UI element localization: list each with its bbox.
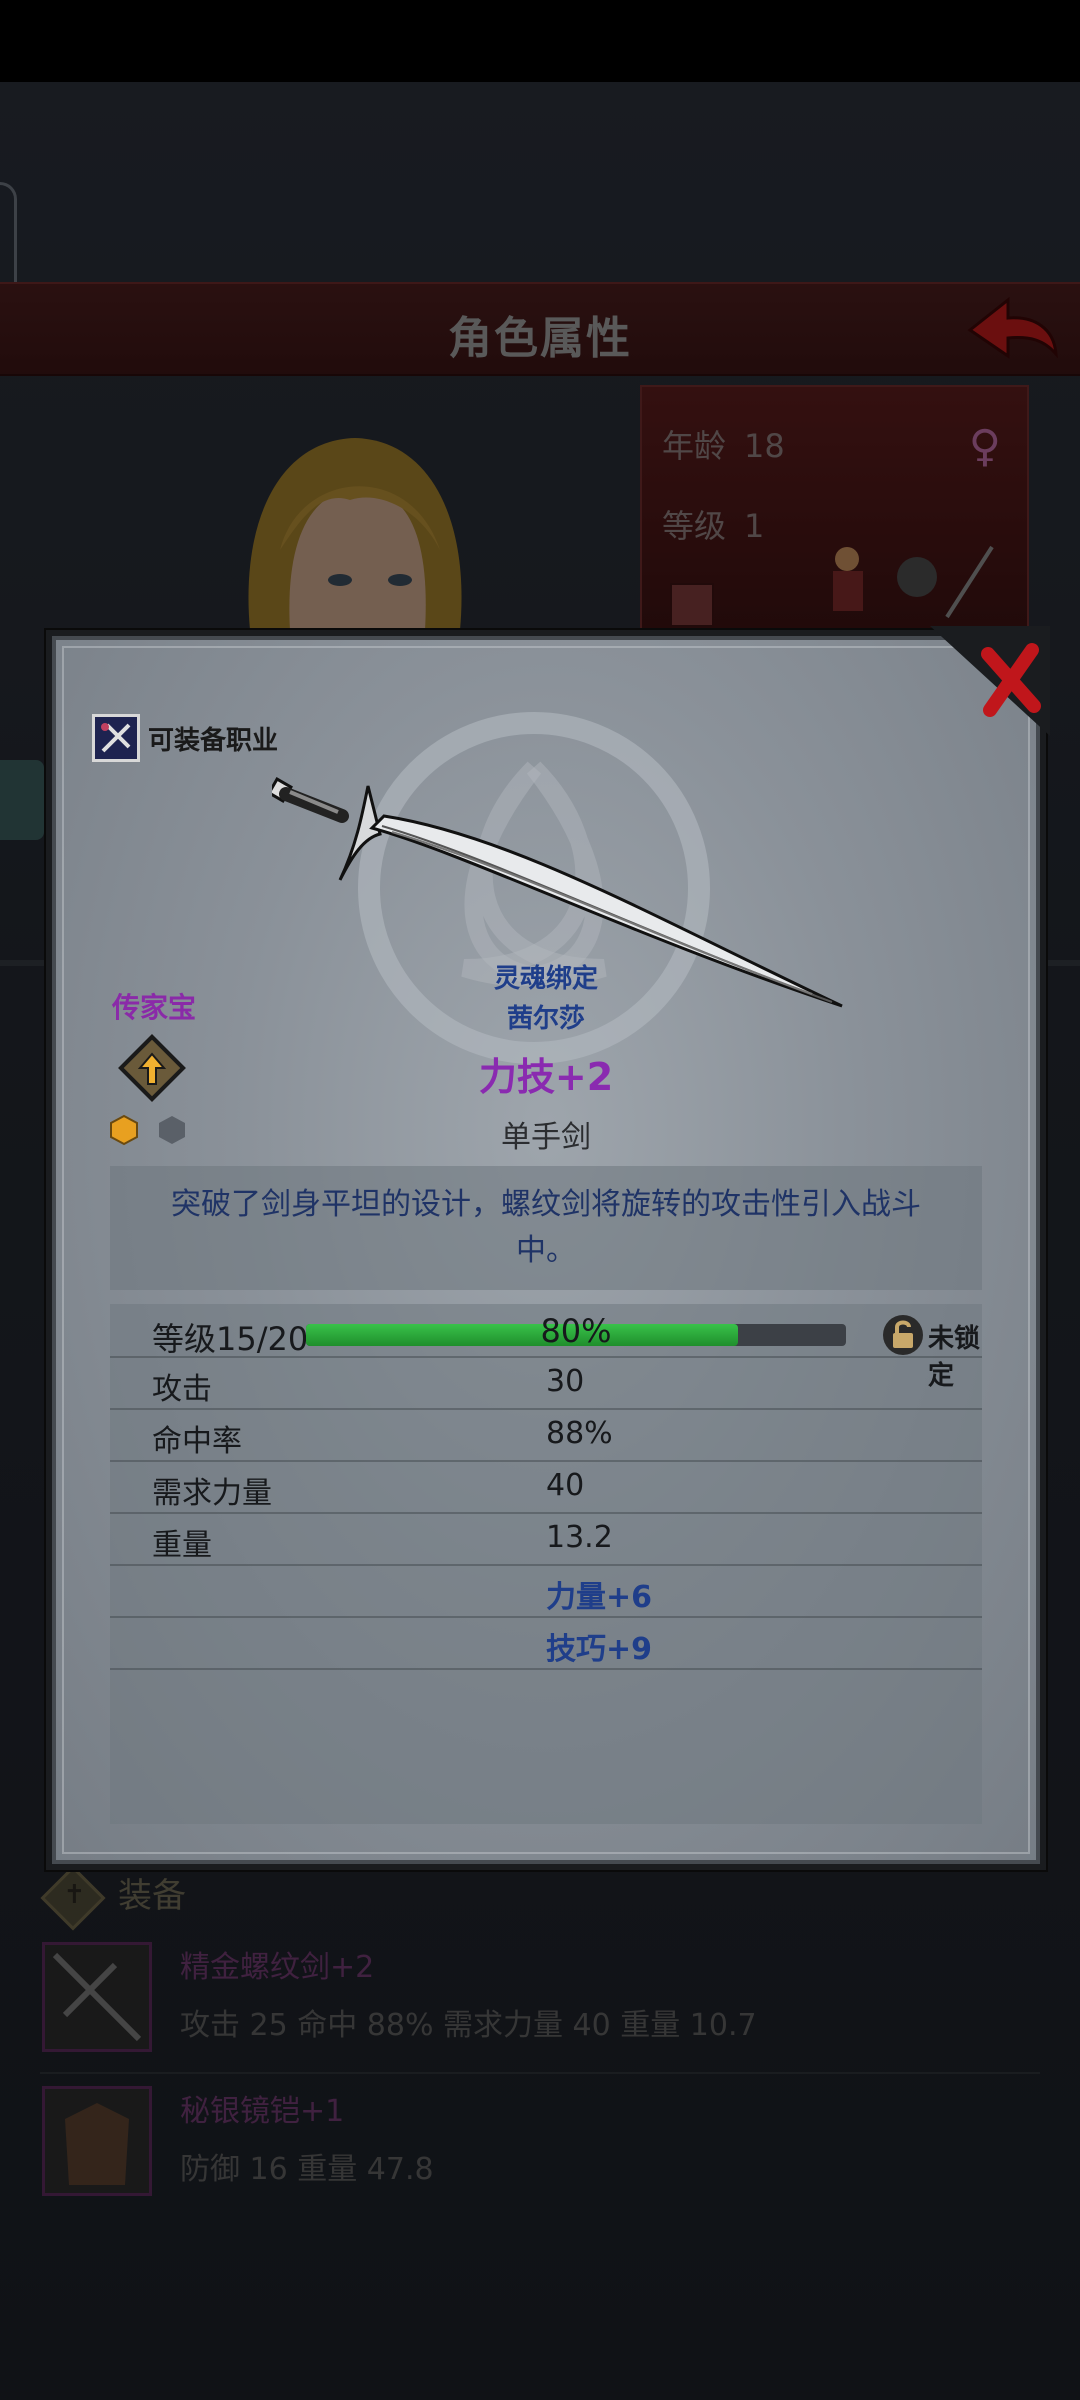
heirloom-label: 传家宝: [112, 991, 197, 1024]
level-row: 等级15/20 80% 未锁定: [110, 1304, 982, 1391]
soulbound-label: 灵魂绑定: [493, 964, 598, 994]
stat-bonus: 技巧+9: [546, 1632, 653, 1667]
weapon-type: 单手剑: [501, 1120, 591, 1155]
equippable-class-label: 可装备职业: [148, 725, 279, 756]
item-bonus: 力技+2: [478, 1055, 614, 1099]
close-icon[interactable]: [930, 626, 1050, 736]
stat-row: 攻击 30: [110, 1356, 982, 1410]
soulbound-owner: 茜尔莎: [506, 1004, 585, 1034]
stat-name: 攻击: [152, 1372, 212, 1407]
lock-icon[interactable]: [882, 1314, 924, 1356]
stat-value: 30: [546, 1364, 585, 1399]
stat-row: 需求力量 40: [110, 1460, 982, 1514]
stat-value: 40: [546, 1468, 585, 1503]
stat-value: 13.2: [546, 1520, 613, 1555]
description-box: 突破了剑身平坦的设计，螺纹剑将旋转的攻击性引入战斗中。: [110, 1166, 982, 1290]
item-level-label: 等级15/20: [152, 1320, 309, 1358]
bonus-row: 技巧+9: [110, 1616, 982, 1670]
item-description: 突破了剑身平坦的设计，螺纹剑将旋转的攻击性引入战斗中。: [171, 1187, 921, 1268]
stat-name: 需求力量: [152, 1476, 272, 1511]
stat-row: 重量 13.2: [110, 1512, 982, 1566]
stat-value: 88%: [546, 1416, 613, 1451]
stat-name: 重量: [152, 1528, 212, 1563]
equippable-class-button[interactable]: 可装备职业: [92, 714, 279, 762]
bonus-row: 力量+6: [110, 1564, 982, 1618]
stat-row: 命中率 88%: [110, 1408, 982, 1462]
stat-bonus: 力量+6: [546, 1580, 653, 1615]
stat-name: 命中率: [152, 1424, 242, 1459]
item-detail-popup: 可装备职业 灵魂绑定 茜尔莎 传家宝 力技+2 单手剑 突破了剑身平坦的设计，螺…: [46, 626, 1050, 1870]
stats-table: 等级15/20 80% 未锁定 攻击 30 命中率 88% 需求力量 40 重量: [110, 1304, 982, 1824]
level-progress-text: 80%: [540, 1312, 612, 1350]
class-icon: [92, 714, 140, 762]
